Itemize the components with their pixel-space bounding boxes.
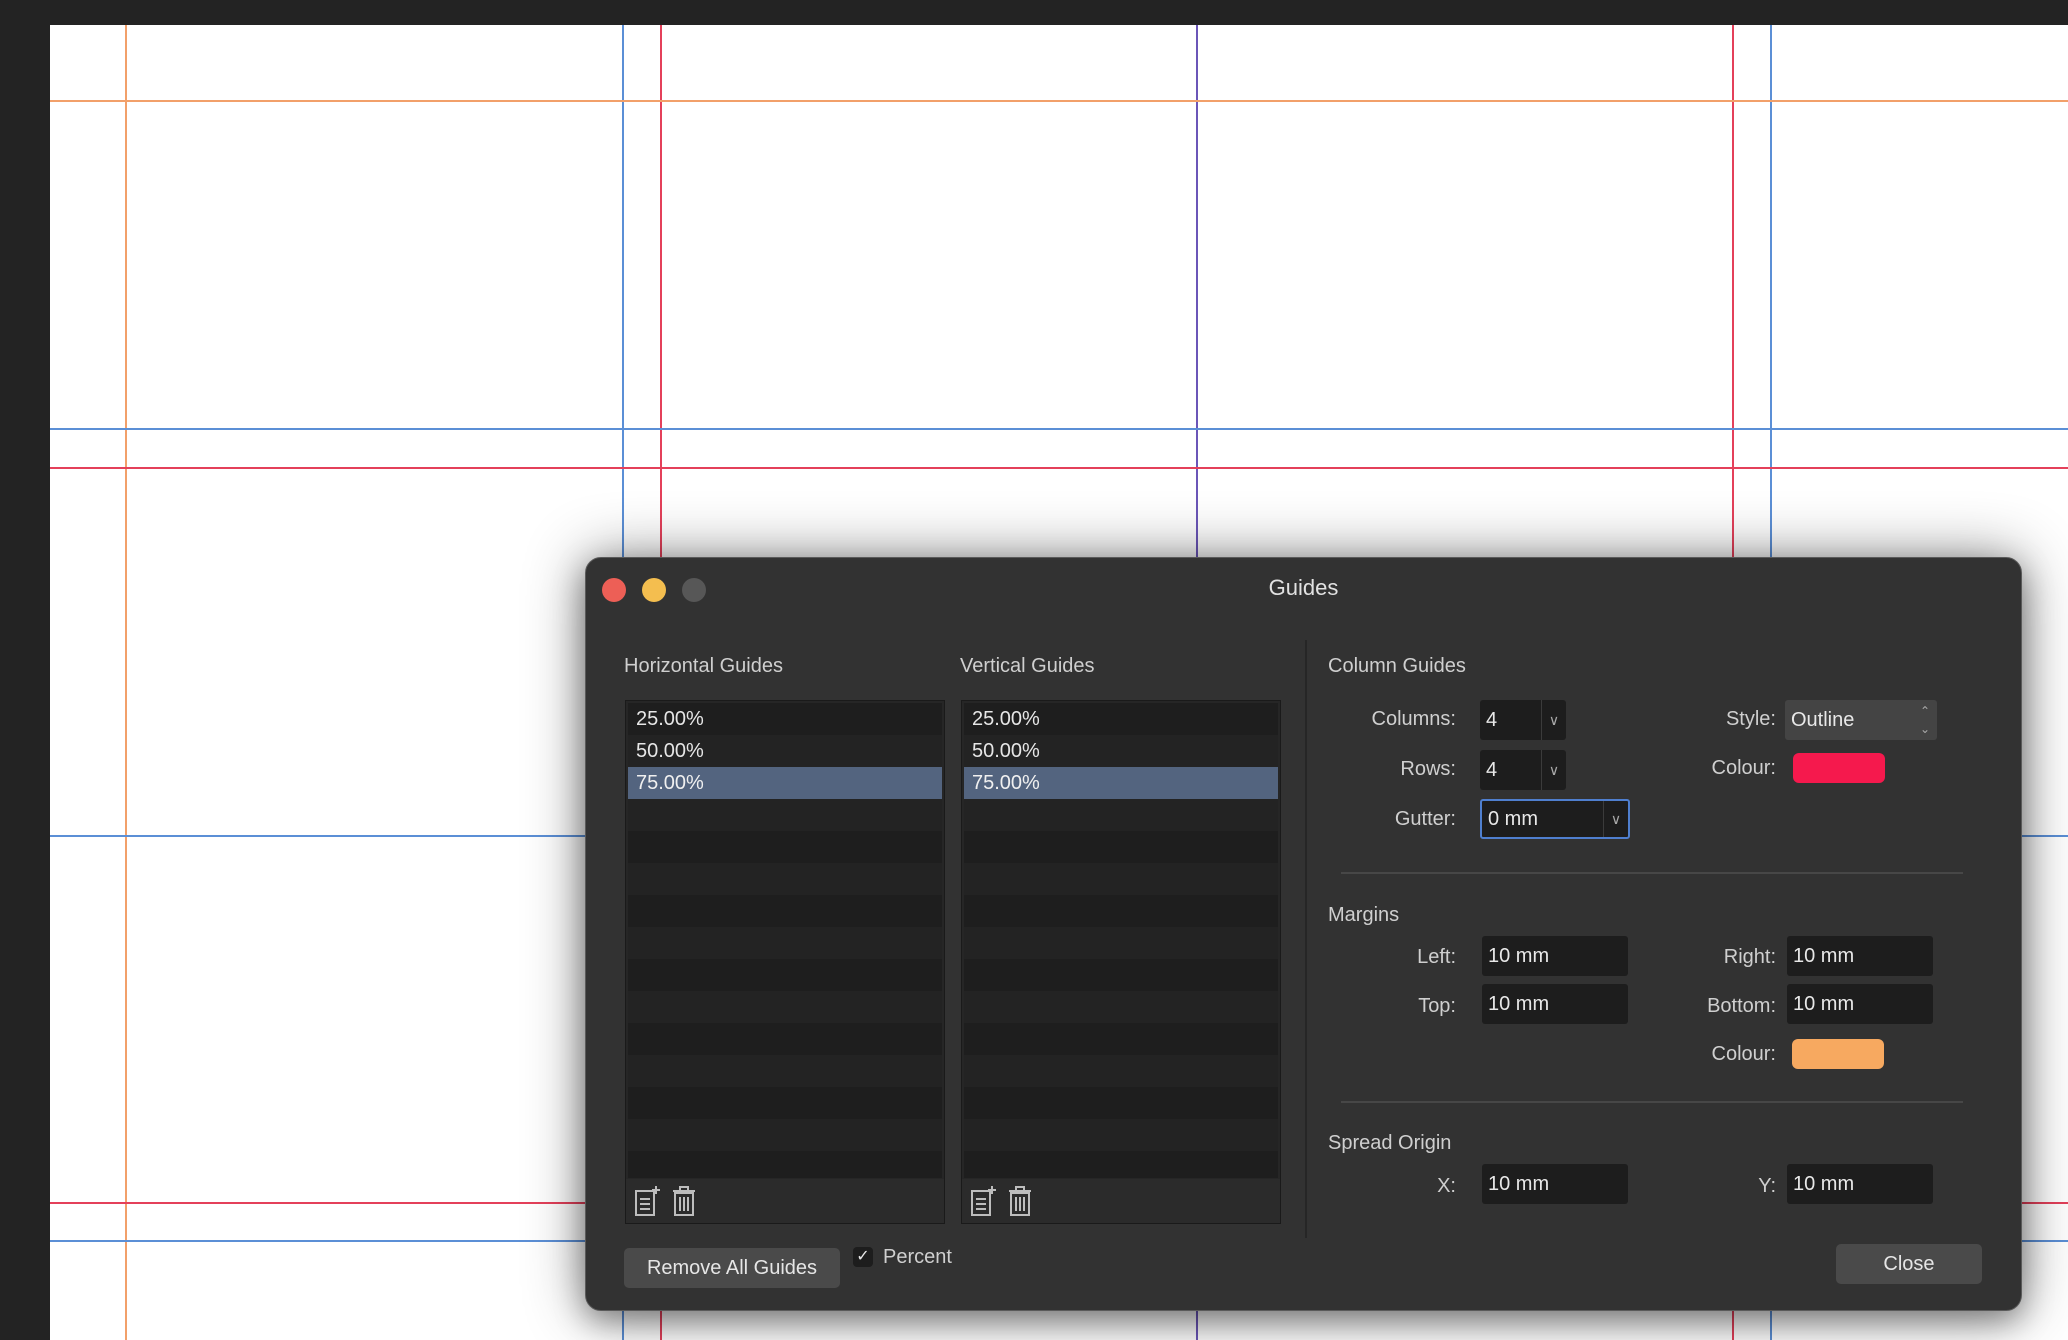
margin-left-label: Left: xyxy=(1417,946,1456,968)
gutter-combo[interactable]: 0 mm ∨ xyxy=(1480,799,1630,839)
add-guide-icon[interactable] xyxy=(970,1185,998,1217)
list-item[interactable]: 50.00% xyxy=(628,735,942,767)
empty-row xyxy=(964,991,1278,1023)
empty-row xyxy=(964,895,1278,927)
style-value: Outline xyxy=(1791,709,1855,731)
chevron-down-icon[interactable]: ∨ xyxy=(1541,750,1566,790)
empty-row xyxy=(628,799,942,831)
list-item[interactable]: 25.00% xyxy=(628,703,942,735)
vertical-guides-label: Vertical Guides xyxy=(960,655,1095,677)
empty-row xyxy=(964,799,1278,831)
close-button[interactable]: Close xyxy=(1836,1244,1982,1284)
chevron-down-icon[interactable]: ∨ xyxy=(1603,801,1628,837)
empty-row xyxy=(628,1119,942,1151)
margin-colour-swatch[interactable] xyxy=(1792,1039,1884,1069)
empty-row xyxy=(964,927,1278,959)
margin-guide-line xyxy=(125,25,127,1340)
trash-icon[interactable] xyxy=(670,1185,698,1217)
empty-row xyxy=(628,1023,942,1055)
empty-row xyxy=(628,895,942,927)
section-divider xyxy=(1341,872,1963,874)
spread-origin-label: Spread Origin xyxy=(1328,1132,1452,1154)
rows-value: 4 xyxy=(1486,759,1498,781)
list-item[interactable]: 50.00% xyxy=(964,735,1278,767)
column-colour-swatch[interactable] xyxy=(1793,753,1885,783)
empty-row xyxy=(628,1055,942,1087)
rows-combo[interactable]: 4 ∨ xyxy=(1480,750,1566,790)
section-divider xyxy=(1305,640,1307,1238)
margin-top-label: Top: xyxy=(1418,995,1456,1017)
dialog-title: Guides xyxy=(1268,575,1339,600)
checkmark-icon: ✓ xyxy=(856,1248,870,1265)
columns-label: Columns: xyxy=(1371,708,1456,730)
empty-row xyxy=(628,959,942,991)
empty-row xyxy=(964,863,1278,895)
style-label: Style: xyxy=(1725,708,1776,730)
margin-colour-label: Colour: xyxy=(1711,1043,1776,1065)
vertical-guides-list[interactable]: 25.00% 50.00% 75.00% xyxy=(961,700,1281,1224)
margin-top-field[interactable]: 10 mm xyxy=(1482,984,1628,1024)
remove-all-guides-button[interactable]: Remove All Guides xyxy=(624,1248,840,1288)
empty-row xyxy=(964,1055,1278,1087)
percent-checkbox[interactable]: ✓ xyxy=(853,1247,873,1267)
empty-row xyxy=(964,1023,1278,1055)
list-item-selected[interactable]: 75.00% xyxy=(628,767,942,799)
guides-dialog: Guides Horizontal Guides 25.00% 50.00% 7… xyxy=(585,557,2022,1311)
column-guides-label: Column Guides xyxy=(1328,655,1466,677)
empty-row xyxy=(964,831,1278,863)
empty-row xyxy=(964,1119,1278,1151)
percent-label: Percent xyxy=(883,1246,952,1268)
horizontal-guides-list[interactable]: 25.00% 50.00% 75.00% xyxy=(625,700,945,1224)
empty-row xyxy=(964,1151,1278,1178)
margin-guide-line xyxy=(50,100,2068,102)
empty-row xyxy=(628,863,942,895)
horizontal-guide-line[interactable] xyxy=(50,428,2068,430)
empty-row xyxy=(628,991,942,1023)
gutter-label: Gutter: xyxy=(1394,808,1456,830)
row-guide-line xyxy=(50,467,2068,469)
margin-left-field[interactable]: 10 mm xyxy=(1482,936,1628,976)
column-colour-label: Colour: xyxy=(1711,757,1776,779)
stepper-icon[interactable]: ⌃ ⌄ xyxy=(1913,700,1937,742)
margins-label: Margins xyxy=(1328,904,1400,926)
empty-row xyxy=(964,959,1278,991)
empty-row xyxy=(628,1151,942,1178)
document-canvas[interactable]: Guides Horizontal Guides 25.00% 50.00% 7… xyxy=(0,0,2068,1340)
columns-combo[interactable]: 4 ∨ xyxy=(1480,700,1566,740)
add-guide-icon[interactable] xyxy=(634,1185,662,1217)
origin-x-label: X: xyxy=(1437,1175,1456,1197)
empty-row xyxy=(628,1087,942,1119)
style-select[interactable]: Outline ⌃ ⌄ xyxy=(1785,700,1937,740)
horizontal-guides-label: Horizontal Guides xyxy=(624,655,783,677)
list-toolbar xyxy=(962,1179,1280,1223)
list-toolbar xyxy=(626,1179,944,1223)
margin-bottom-label: Bottom: xyxy=(1707,995,1776,1017)
list-item[interactable]: 25.00% xyxy=(964,703,1278,735)
margin-bottom-field[interactable]: 10 mm xyxy=(1787,984,1933,1024)
columns-value: 4 xyxy=(1486,709,1498,731)
origin-x-field[interactable]: 10 mm xyxy=(1482,1164,1628,1204)
list-item-selected[interactable]: 75.00% xyxy=(964,767,1278,799)
section-divider xyxy=(1341,1101,1963,1103)
empty-row xyxy=(628,927,942,959)
margin-right-label: Right: xyxy=(1723,946,1776,968)
origin-y-label: Y: xyxy=(1758,1175,1776,1197)
empty-row xyxy=(628,831,942,863)
empty-row xyxy=(964,1087,1278,1119)
chevron-down-icon[interactable]: ∨ xyxy=(1541,700,1566,740)
origin-y-field[interactable]: 10 mm xyxy=(1787,1164,1933,1204)
trash-icon[interactable] xyxy=(1006,1185,1034,1217)
margin-right-field[interactable]: 10 mm xyxy=(1787,936,1933,976)
gutter-value: 0 mm xyxy=(1488,808,1538,830)
rows-label: Rows: xyxy=(1400,758,1456,780)
